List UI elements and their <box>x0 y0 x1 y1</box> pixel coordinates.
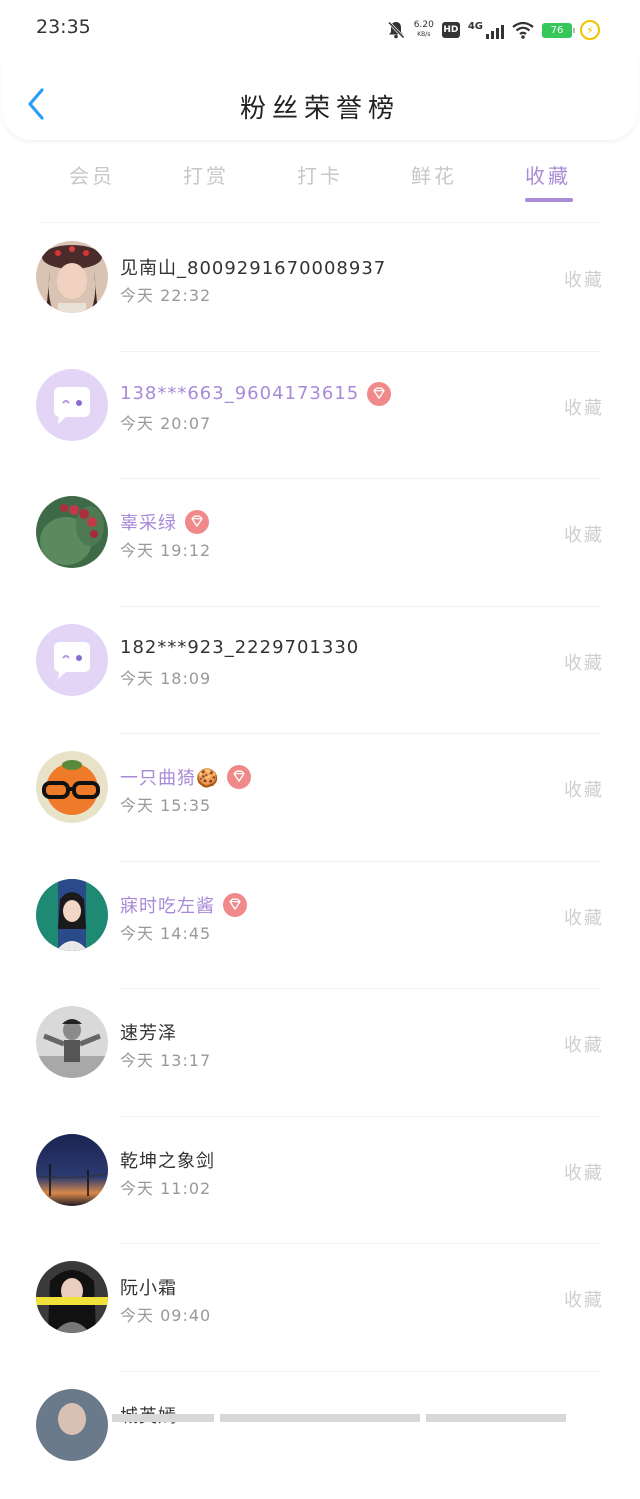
tabs-divider <box>40 222 600 223</box>
hd-icon: HD <box>442 22 460 38</box>
tab-favorites-label: 收藏 <box>525 164 571 188</box>
active-tab-indicator <box>525 198 573 202</box>
user-name: 辜采绿 <box>120 509 177 535</box>
chat-bubble-icon <box>36 369 108 441</box>
timestamp: 今天 09:40 <box>120 1302 211 1326</box>
action-label: 收藏 <box>564 1031 604 1057</box>
net-speed: 6.20 KB/s <box>414 21 434 39</box>
user-name: 182***923_2229701330 <box>120 637 359 658</box>
status-icons: 6.20 KB/s HD 4G 76 ⚡ <box>386 18 600 42</box>
timestamp: 今天 15:35 <box>120 792 211 816</box>
action-label: 收藏 <box>564 394 604 420</box>
tab-favorites[interactable]: 收藏 <box>503 160 593 189</box>
list-item[interactable]: 138***663_9604173615 今天 20:07 收藏 <box>0 352 640 480</box>
network-label: 4G <box>468 21 483 32</box>
diamond-icon <box>367 382 391 406</box>
name-row: 182***923_2229701330 <box>120 637 359 658</box>
avatar[interactable] <box>36 1261 108 1333</box>
timestamp: 今天 20:07 <box>120 410 211 434</box>
name-row: 见南山_8009291670008937 <box>120 254 386 280</box>
action-label: 收藏 <box>564 521 604 547</box>
tab-member[interactable]: 会员 <box>47 160 137 189</box>
list-item[interactable]: 乾坤之象剑 今天 11:02 收藏 <box>0 1117 640 1245</box>
list-item[interactable]: 辜采绿 今天 19:12 收藏 <box>0 479 640 607</box>
diamond-icon <box>185 510 209 534</box>
list-item[interactable]: 182***923_2229701330 今天 18:09 收藏 <box>0 607 640 735</box>
signal-icon: 4G <box>468 21 504 39</box>
name-row: 阮小霜 <box>120 1274 177 1300</box>
fan-list: 见南山_8009291670008937 今天 22:32 收藏 138***6… <box>0 224 640 1499</box>
avatar[interactable] <box>36 496 108 568</box>
list-item[interactable]: 见南山_8009291670008937 今天 22:32 收藏 <box>0 224 640 352</box>
tab-flowers[interactable]: 鲜花 <box>389 160 479 189</box>
chat-bubble-icon <box>36 624 108 696</box>
name-row: 138***663_9604173615 <box>120 382 391 406</box>
tab-bar: 会员 打赏 打卡 鲜花 收藏 <box>0 150 640 210</box>
user-name: 见南山_8009291670008937 <box>120 254 386 280</box>
avatar[interactable] <box>36 369 108 441</box>
name-row: 辜采绿 <box>120 509 209 535</box>
status-time: 23:35 <box>36 16 91 38</box>
list-item[interactable]: 城英嫣 <box>0 1372 640 1499</box>
user-name: 138***663_9604173615 <box>120 383 359 404</box>
bell-off-icon <box>386 20 406 40</box>
diamond-icon <box>227 765 251 789</box>
user-name: 乾坤之象剑 <box>120 1147 215 1173</box>
tab-reward[interactable]: 打赏 <box>161 160 251 189</box>
name-row: 速芳泽 <box>120 1019 177 1045</box>
user-name: 一只曲猗🍪 <box>120 764 219 790</box>
tab-checkin[interactable]: 打卡 <box>275 160 365 189</box>
avatar[interactable] <box>36 1006 108 1078</box>
action-label: 收藏 <box>564 649 604 675</box>
list-item[interactable]: 速芳泽 今天 13:17 收藏 <box>0 989 640 1117</box>
avatar[interactable] <box>36 241 108 313</box>
status-bar: 23:35 6.20 KB/s HD 4G 76 ⚡ <box>0 0 640 58</box>
name-row: 乾坤之象剑 <box>120 1147 215 1173</box>
list-item[interactable]: 阮小霜 今天 09:40 收藏 <box>0 1244 640 1372</box>
avatar[interactable] <box>36 879 108 951</box>
list-item[interactable]: 寐时吃左酱 今天 14:45 收藏 <box>0 862 640 990</box>
timestamp: 今天 14:45 <box>120 920 211 944</box>
header: 粉丝荣誉榜 <box>2 58 638 140</box>
diamond-icon <box>223 893 247 917</box>
net-speed-value: 6.20 <box>414 21 434 30</box>
battery-icon: 76 <box>542 23 572 38</box>
action-label: 收藏 <box>564 266 604 292</box>
avatar[interactable] <box>36 1389 108 1461</box>
timestamp: 今天 22:32 <box>120 282 211 306</box>
name-row: 一只曲猗🍪 <box>120 764 251 790</box>
user-name: 阮小霜 <box>120 1274 177 1300</box>
action-label: 收藏 <box>564 776 604 802</box>
action-label: 收藏 <box>564 1159 604 1185</box>
action-label: 收藏 <box>564 904 604 930</box>
timestamp: 今天 19:12 <box>120 537 211 561</box>
avatar[interactable] <box>36 624 108 696</box>
charging-icon: ⚡ <box>580 20 600 40</box>
wifi-icon <box>512 21 534 39</box>
avatar[interactable] <box>36 1134 108 1206</box>
timestamp: 今天 18:09 <box>120 665 211 689</box>
list-item[interactable]: 一只曲猗🍪 今天 15:35 收藏 <box>0 734 640 862</box>
net-speed-unit: KB/s <box>414 30 434 39</box>
page-title: 粉丝荣誉榜 <box>2 88 638 125</box>
user-name: 速芳泽 <box>120 1019 177 1045</box>
bottom-indicator <box>112 1414 566 1422</box>
name-row: 寐时吃左酱 <box>120 892 247 918</box>
timestamp: 今天 11:02 <box>120 1175 211 1199</box>
avatar[interactable] <box>36 751 108 823</box>
action-label: 收藏 <box>564 1286 604 1312</box>
user-name: 寐时吃左酱 <box>120 892 215 918</box>
timestamp: 今天 13:17 <box>120 1047 211 1071</box>
